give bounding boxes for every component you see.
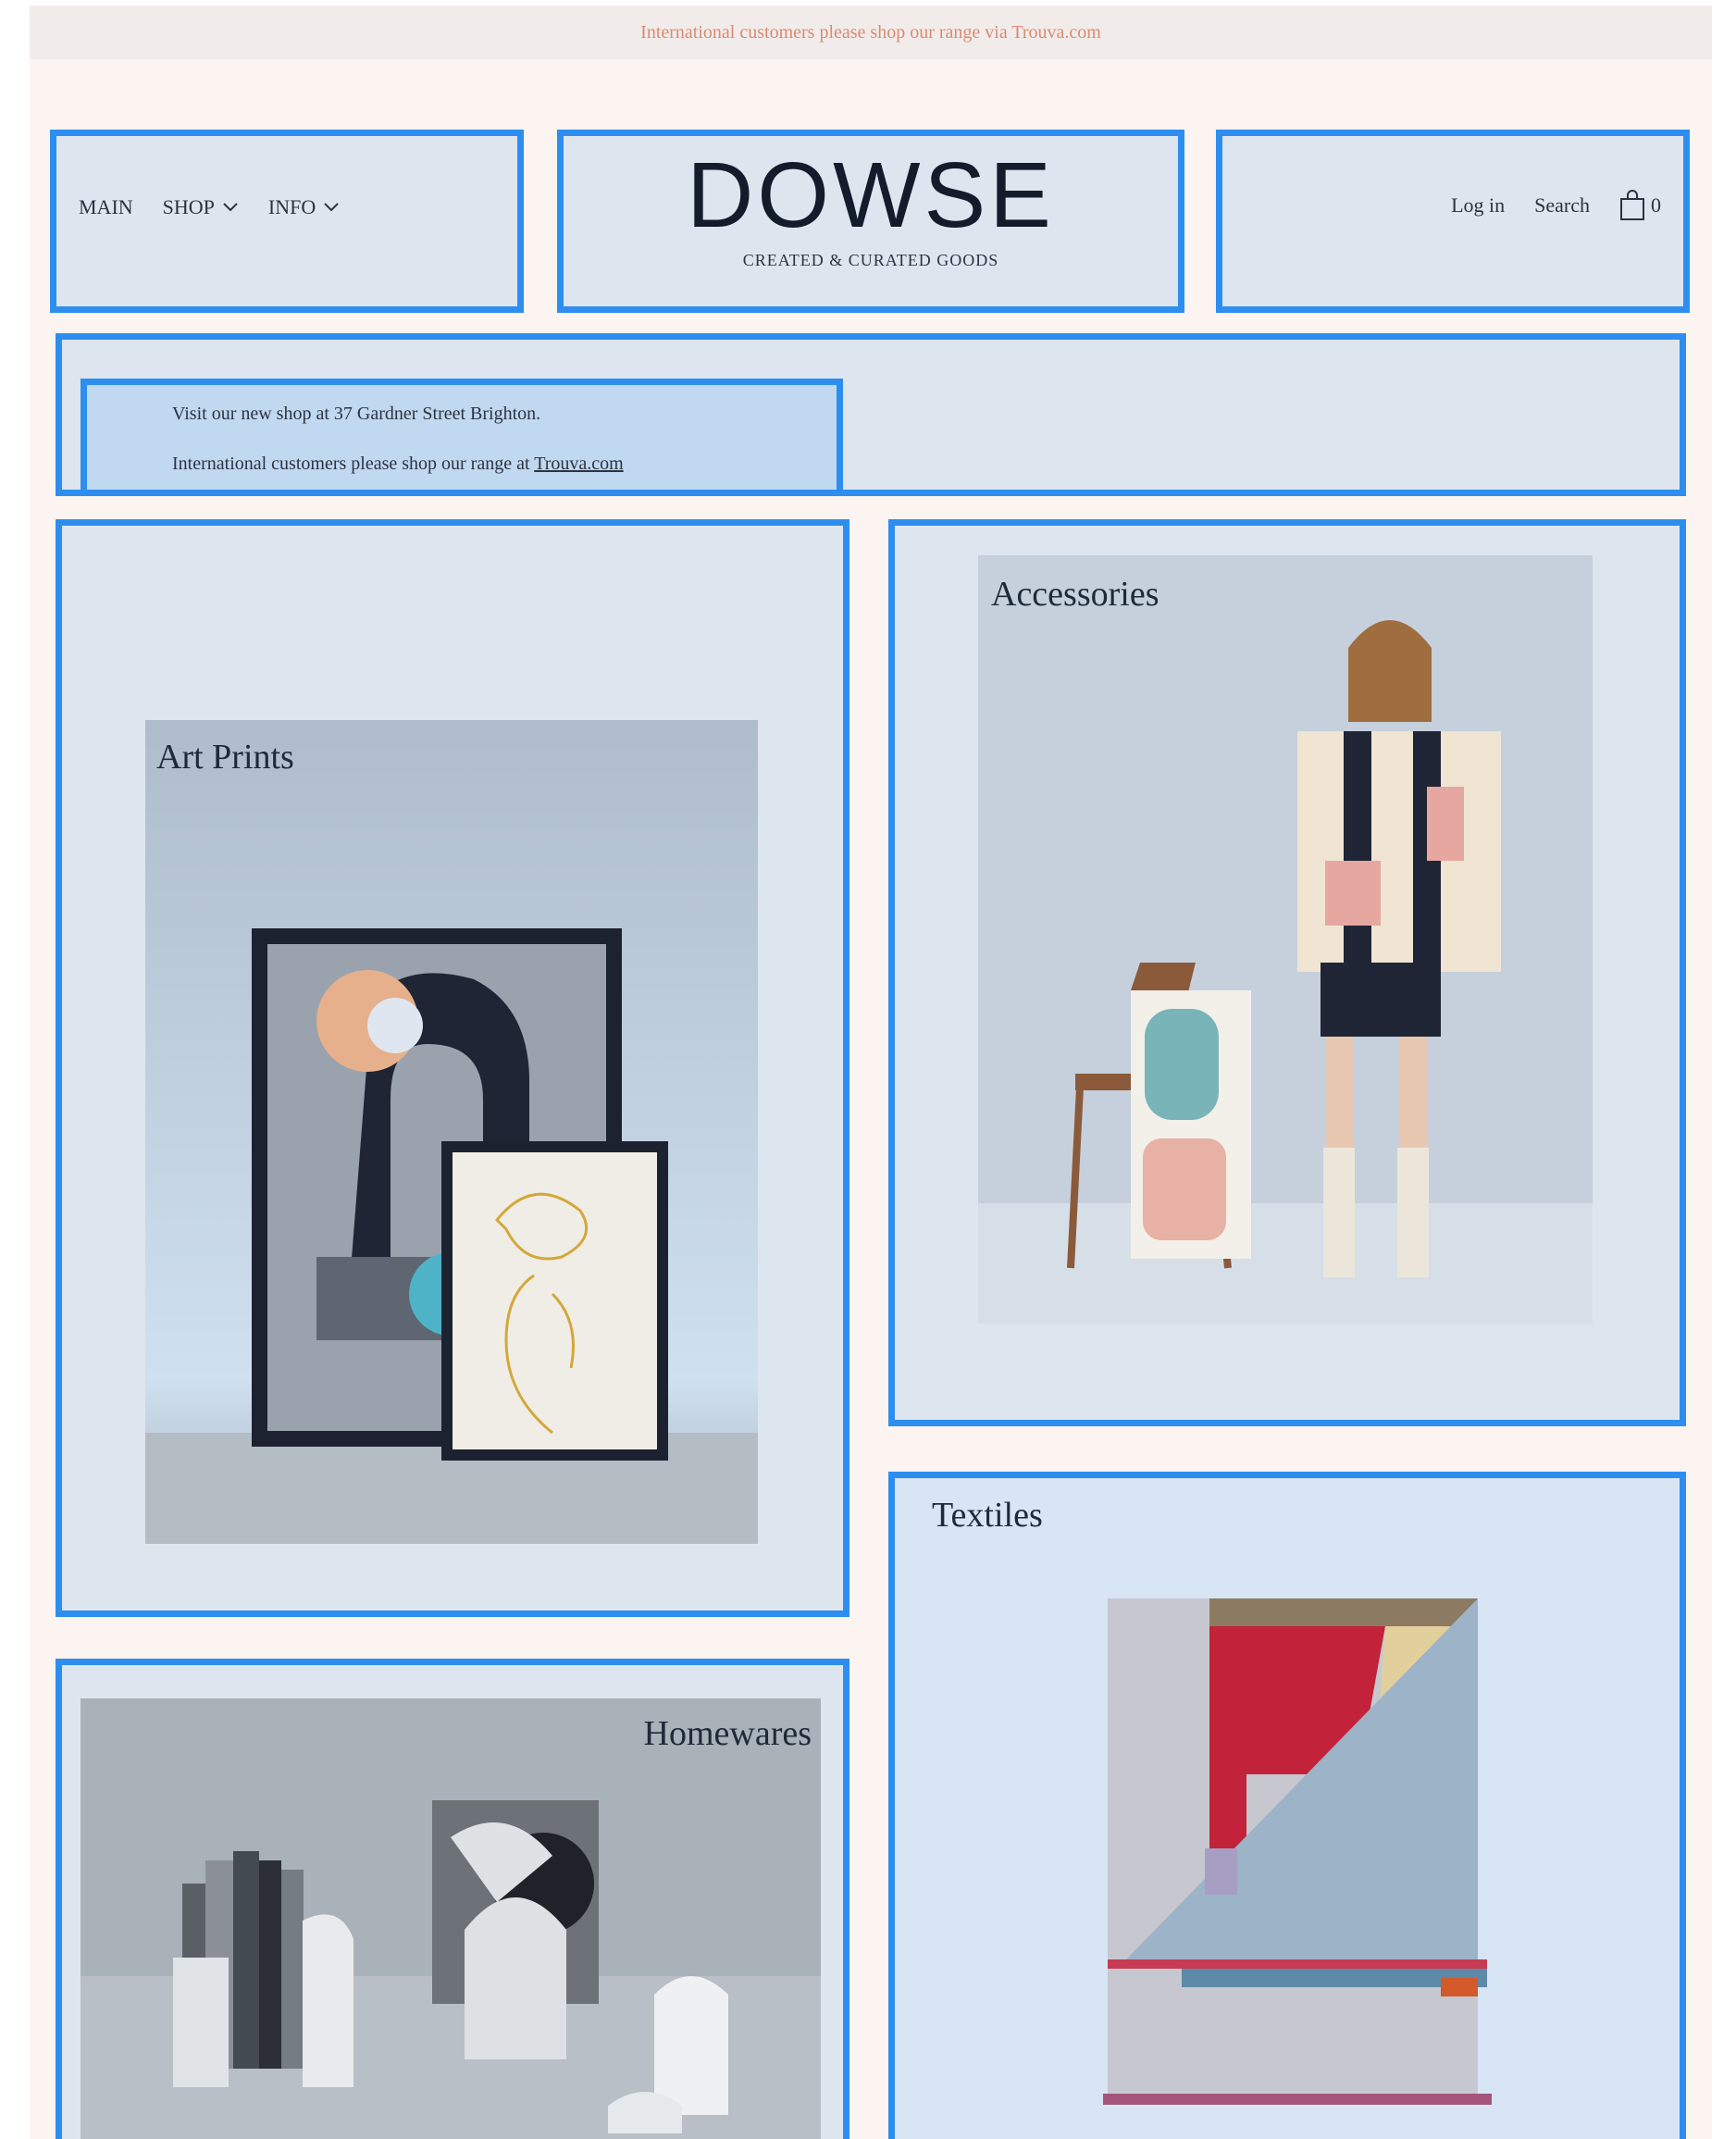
tile-label-textiles: Textiles <box>932 1496 1043 1535</box>
cart-count: 0 <box>1651 193 1661 217</box>
notice-line-international: International customers please shop our … <box>172 454 624 475</box>
shop-notice: Visit our new shop at 37 Gardner Street … <box>56 333 1686 496</box>
art-prints-image <box>145 720 758 1544</box>
tile-label-accessories: Accessories <box>991 575 1159 614</box>
announcement-bar[interactable]: International customers please shop our … <box>30 6 1712 59</box>
nav-item-main[interactable]: MAIN <box>79 195 133 219</box>
textiles-image <box>1089 1589 1496 2126</box>
chevron-down-icon <box>223 203 238 212</box>
nav-item-label: INFO <box>267 195 316 218</box>
nav-item-shop[interactable]: SHOP <box>163 195 239 219</box>
accessories-image <box>978 555 1593 1324</box>
main-nav: MAIN SHOP INFO <box>50 130 524 313</box>
tile-label-homewares: Homewares <box>643 1714 812 1753</box>
trouva-link[interactable]: Trouva.com <box>534 454 623 474</box>
cart-link[interactable]: 0 <box>1619 190 1661 221</box>
category-tile-textiles[interactable]: Textiles <box>888 1472 1686 2139</box>
category-tile-art-prints[interactable]: Art Prints <box>56 519 849 1617</box>
category-tile-accessories[interactable]: Accessories <box>888 519 1686 1426</box>
logo-tagline: CREATED & CURATED GOODS <box>742 251 999 269</box>
notice-prefix: International customers please shop our … <box>172 454 530 474</box>
notice-line-shop: Visit our new shop at 37 Gardner Street … <box>172 404 541 424</box>
tile-label-art-prints: Art Prints <box>156 738 294 777</box>
chevron-down-icon <box>324 203 339 212</box>
category-tile-homewares[interactable]: Homewares <box>56 1659 849 2139</box>
page: International customers please shop our … <box>30 6 1712 2139</box>
shopping-bag-icon <box>1620 190 1644 220</box>
homewares-image <box>81 1698 821 2139</box>
account-nav: Log in Search 0 <box>1216 130 1690 313</box>
nav-item-label: MAIN <box>79 195 133 218</box>
logo-container: DOWSE CREATED & CURATED GOODS <box>557 130 1184 313</box>
site-logo[interactable]: DOWSE CREATED & CURATED GOODS <box>564 149 1178 270</box>
search-link[interactable]: Search <box>1534 193 1590 218</box>
login-link[interactable]: Log in <box>1451 193 1505 218</box>
nav-item-label: SHOP <box>162 195 215 218</box>
nav-item-info[interactable]: INFO <box>268 195 340 219</box>
announcement-text[interactable]: International customers please shop our … <box>640 22 1101 44</box>
notice-text-block: Visit our new shop at 37 Gardner Street … <box>81 379 843 490</box>
logo-wordmark: DOWSE <box>687 143 1055 247</box>
